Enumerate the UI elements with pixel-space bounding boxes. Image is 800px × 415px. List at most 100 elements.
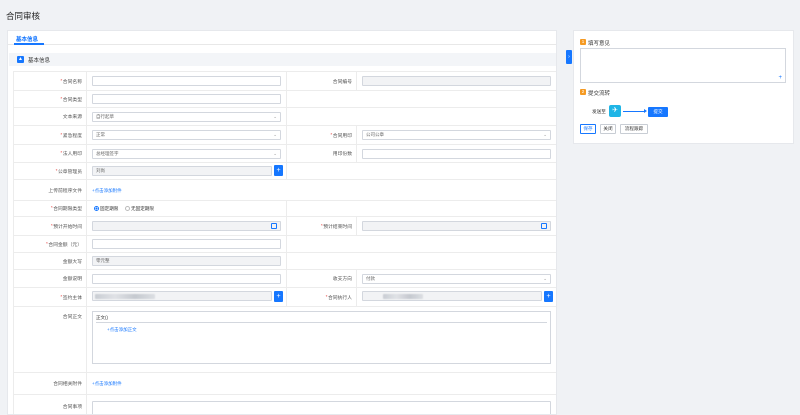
close-button[interactable]: 关闭 <box>600 124 616 134</box>
matters-input[interactable] <box>92 401 551 414</box>
add-body-link[interactable]: +点击添加正文 <box>107 327 137 333</box>
form-row: * 签约主体 + * 合同执行人 + <box>14 288 556 307</box>
chevron-down-icon: ⌄ <box>273 151 277 156</box>
label-legal-seal: * 法人用印 <box>14 145 87 162</box>
label-contract-no: 合同编号 <box>287 72 357 90</box>
label-attachment: 合同相关附件 <box>14 373 87 394</box>
label-executor: * 合同执行人 <box>287 288 357 306</box>
form-row: * 紧急程度 正常 ⌄ * 合同用印 公司公章 ⌄ <box>14 126 556 145</box>
label-pre-doc: 上传前程序文件 <box>14 180 87 200</box>
collapse-panel-icon[interactable]: › <box>566 50 572 64</box>
calendar-icon[interactable] <box>271 223 277 229</box>
collapse-icon[interactable]: ▲ <box>17 56 24 63</box>
arrow-right-icon <box>644 109 647 113</box>
form-grid: * 合同名称 合同编号 * 合同类型 文本来源 自行起草 ⌄ * 紧急程度 正常 ⌄ * 合… <box>13 71 556 414</box>
contract-no-input[interactable] <box>362 76 551 86</box>
tab-strip: 基本信息 <box>8 31 556 45</box>
label-text-source: 文本来源 <box>14 108 87 125</box>
add-icon[interactable]: + <box>274 165 283 176</box>
flow-arrow <box>623 111 645 112</box>
label-party: * 签约主体 <box>14 288 87 306</box>
send-icon[interactable]: ✈ <box>609 105 621 117</box>
opinion-textarea[interactable]: + <box>580 48 786 83</box>
form-row: * 合同类型 <box>14 91 556 108</box>
label-end-time: * 预计结束时间 <box>287 217 357 235</box>
label-contract-name: * 合同名称 <box>14 72 87 90</box>
add-icon[interactable]: + <box>778 75 782 81</box>
form-row: 金额说明 收支方向 付款 ⌄ <box>14 270 556 288</box>
label-contract-type: * 合同类型 <box>14 91 87 107</box>
add-icon[interactable]: + <box>544 291 553 302</box>
send-to-label: 发送至 <box>592 109 606 114</box>
form-row: * 法人用印 总经理签字 ⌄ 用印份数 <box>14 145 556 163</box>
step-badge: 1 <box>580 39 586 45</box>
chevron-down-icon: ⌄ <box>543 276 547 281</box>
legal-seal-select[interactable]: 总经理签字 ⌄ <box>92 149 281 159</box>
redacted-text <box>383 294 423 299</box>
divider <box>96 322 547 323</box>
start-time-input[interactable] <box>92 221 281 231</box>
chevron-down-icon: ⌄ <box>273 114 277 119</box>
seal-select[interactable]: 公司公章 ⌄ <box>362 130 551 140</box>
label-seal-manager: * 公章管理员 <box>14 163 87 179</box>
section-header[interactable]: ▲ 基本信息 <box>9 53 556 66</box>
label-seal-count: 用印份数 <box>287 145 357 162</box>
opinion-title: 填写意见 <box>588 41 611 47</box>
amount-desc-input[interactable] <box>92 274 281 284</box>
add-icon[interactable]: + <box>274 291 283 302</box>
add-pre-doc-link[interactable]: +点击添加附件 <box>92 188 122 194</box>
seal-count-input[interactable] <box>362 149 551 159</box>
label-start-time: * 预计开始时间 <box>14 217 87 235</box>
label-amount-desc: 金额说明 <box>14 270 87 287</box>
form-row: * 预计开始时间 * 预计结束时间 <box>14 217 556 236</box>
urgency-select[interactable]: 正常 ⌄ <box>92 130 281 140</box>
step-badge: 2 <box>580 89 586 95</box>
add-attachment-link[interactable]: +点击添加附件 <box>92 381 122 387</box>
executor-input[interactable] <box>362 291 542 301</box>
end-time-input[interactable] <box>362 221 551 231</box>
track-flow-button[interactable]: 流程跟踪 <box>620 124 648 134</box>
radio-checked-icon <box>94 206 99 212</box>
radio-fixed-term[interactable]: 固定期限 <box>94 206 118 212</box>
label-body: 合同正文 <box>14 307 87 372</box>
form-row: * 合同名称 合同编号 <box>14 72 556 91</box>
tab-basic-info[interactable]: 基本信息 <box>16 35 38 43</box>
chevron-down-icon: ⌄ <box>273 132 277 137</box>
radio-unchecked-icon <box>125 206 130 212</box>
label-direction: 收支方向 <box>287 270 357 287</box>
form-row: 合同正文 正文() +点击添加正文 <box>14 307 556 373</box>
label-urgency: * 紧急程度 <box>14 126 87 144</box>
flow-title: 提交流转 <box>588 91 611 97</box>
calendar-icon[interactable] <box>541 223 547 229</box>
seal-manager-input[interactable]: 刘尚 <box>92 166 272 176</box>
form-row: 合同事项 <box>14 395 556 414</box>
body-editor[interactable]: 正文() +点击添加正文 <box>92 311 551 364</box>
tab-underline <box>14 43 44 45</box>
radio-open-term[interactable]: 无固定期限 <box>125 206 154 212</box>
submit-node-button[interactable]: 提交 <box>648 107 668 117</box>
form-row: 上传前程序文件 +点击添加附件 <box>14 180 556 201</box>
page-title: 合同审核 <box>6 11 41 21</box>
redacted-text <box>95 294 155 299</box>
form-row: 金额大写 零元整 <box>14 253 556 270</box>
form-row: * 合同金额（元） <box>14 236 556 253</box>
label-amount: * 合同金额（元） <box>14 236 87 252</box>
chevron-down-icon: ⌄ <box>543 132 547 137</box>
label-matters: 合同事项 <box>14 395 87 414</box>
contract-type-input[interactable] <box>92 94 281 104</box>
form-card: 基本信息 ▲ 基本信息 * 合同名称 合同编号 * 合同类型 文本来源 自行起草 ⌄ … <box>7 30 557 415</box>
amount-upper-input[interactable]: 零元整 <box>92 256 281 266</box>
contract-name-input[interactable] <box>92 76 281 86</box>
label-term-type: * 合同期限类型 <box>14 201 87 216</box>
label-amount-upper: 金额大写 <box>14 253 87 269</box>
label-seal: * 合同用印 <box>287 126 357 144</box>
text-source-select[interactable]: 自行起草 ⌄ <box>92 112 281 122</box>
save-button[interactable]: 保存 <box>580 124 596 134</box>
form-row: 合同相关附件 +点击添加附件 <box>14 373 556 395</box>
direction-select[interactable]: 付款 ⌄ <box>362 274 551 284</box>
amount-input[interactable] <box>92 239 281 249</box>
form-row: * 合同期限类型 固定期限 无固定期限 <box>14 201 556 217</box>
party-input[interactable] <box>92 291 272 301</box>
body-tag: 正文() <box>96 315 108 320</box>
side-panel: 1 填写意见 + 2 提交流转 发送至 ✈ 提交 保存 关闭 流程跟踪 <box>573 30 794 144</box>
